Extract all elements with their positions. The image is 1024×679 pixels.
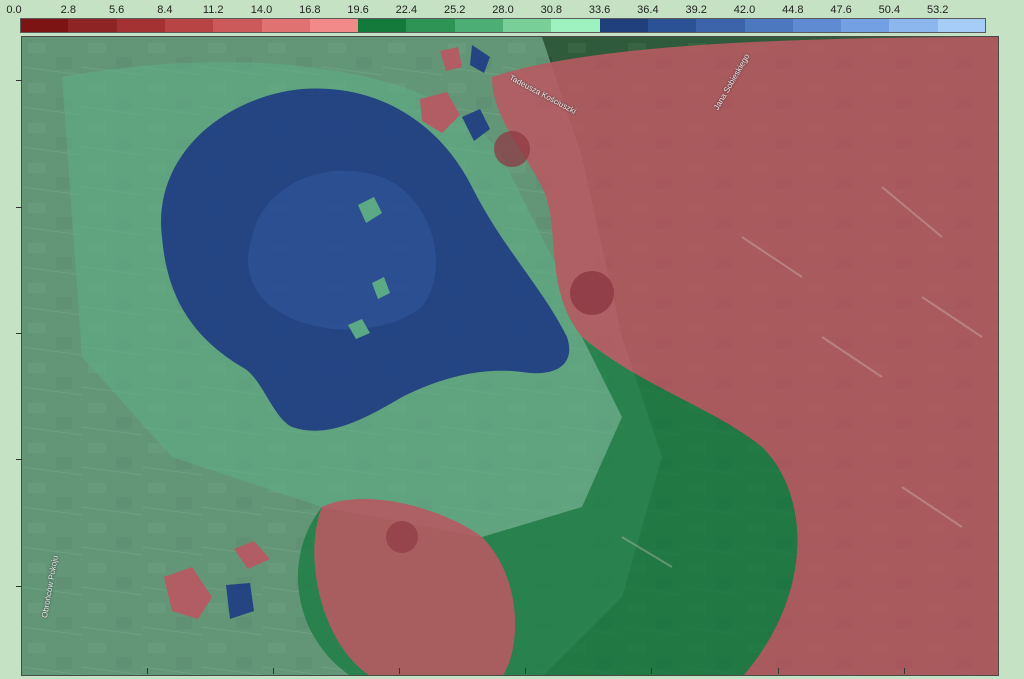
legend-swatch bbox=[20, 18, 69, 33]
legend-swatch bbox=[116, 18, 166, 33]
x-axis-tick bbox=[778, 668, 779, 674]
legend-swatch bbox=[599, 18, 649, 33]
legend-label: 19.6 bbox=[347, 4, 369, 16]
x-axis-tick bbox=[273, 668, 274, 674]
legend-label: 36.4 bbox=[637, 4, 659, 16]
legend-label: 42.0 bbox=[733, 4, 756, 16]
legend-swatch bbox=[164, 18, 214, 33]
legend-label: 14.0 bbox=[250, 4, 273, 16]
legend-swatch bbox=[406, 18, 456, 33]
y-axis-tick bbox=[16, 333, 22, 334]
legend-swatch bbox=[841, 18, 890, 33]
legend-label: 25.2 bbox=[443, 4, 466, 16]
legend-swatch bbox=[261, 18, 311, 33]
legend-swatch bbox=[551, 18, 601, 33]
legend-label: 28.0 bbox=[492, 4, 514, 16]
color-legend: 0.0 2.8 5.6 8.4 11.2 14.0 16.8 19.6 22.4 25.2 28.0… bbox=[0, 0, 1024, 36]
legend-swatch bbox=[696, 18, 745, 33]
legend-label: 2.8 bbox=[60, 4, 76, 16]
legend-label: 5.6 bbox=[108, 4, 125, 16]
core-red-1 bbox=[570, 271, 614, 315]
core-red-3 bbox=[386, 521, 418, 553]
legend-swatch bbox=[889, 18, 939, 33]
legend-swatch bbox=[744, 18, 794, 33]
legend-swatch bbox=[792, 18, 842, 33]
legend-label: 47.6 bbox=[830, 4, 852, 16]
x-axis-tick bbox=[904, 668, 905, 674]
legend-swatch bbox=[503, 18, 552, 33]
core-red-2 bbox=[494, 131, 530, 167]
legend-label: 11.2 bbox=[202, 4, 224, 16]
legend-swatch bbox=[358, 18, 407, 33]
legend-swatch bbox=[68, 18, 118, 33]
legend-label: 16.8 bbox=[299, 4, 321, 16]
legend-swatch bbox=[647, 18, 697, 33]
legend-swatch bbox=[454, 18, 504, 33]
legend-label: 8.4 bbox=[157, 4, 173, 16]
x-axis-tick bbox=[525, 668, 526, 674]
map-overlay bbox=[22, 37, 998, 675]
y-axis-tick bbox=[16, 459, 22, 460]
legend-label: 33.6 bbox=[588, 4, 611, 16]
legend-label: 44.8 bbox=[782, 4, 804, 16]
y-axis-tick bbox=[16, 207, 22, 208]
legend-label: 0.0 bbox=[6, 4, 22, 16]
y-axis-tick bbox=[16, 586, 22, 587]
legend-label: 22.4 bbox=[395, 4, 418, 16]
x-axis-tick bbox=[399, 668, 400, 674]
y-axis-tick bbox=[16, 80, 22, 81]
legend-swatch bbox=[937, 18, 987, 33]
legend-swatch bbox=[309, 18, 359, 33]
legend-label: 30.8 bbox=[540, 4, 563, 16]
legend-label: 50.4 bbox=[878, 4, 901, 16]
x-axis-tick bbox=[147, 668, 148, 674]
x-axis-tick bbox=[651, 668, 652, 674]
legend-label: 53.2 bbox=[926, 4, 949, 16]
legend-label: 39.2 bbox=[685, 4, 707, 16]
legend-swatch bbox=[213, 18, 262, 33]
heatmap-map[interactable]: Tadeusza Kościuszki Jana Sobieskiego Obr… bbox=[21, 36, 999, 676]
